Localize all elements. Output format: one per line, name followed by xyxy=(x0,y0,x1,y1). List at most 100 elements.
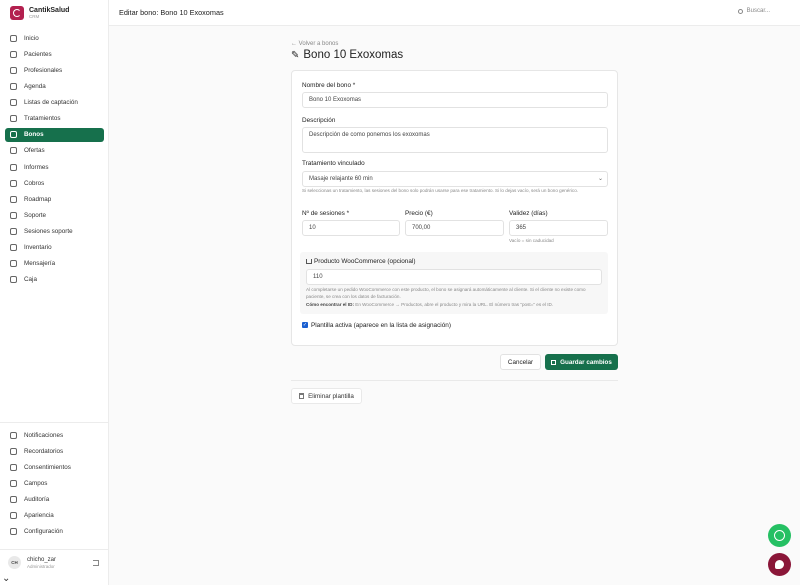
sidebar-item-label: Agenda xyxy=(24,83,46,91)
settings-nav: Notificaciones Recordatorios Consentimie… xyxy=(5,428,104,541)
lifebuoy-icon xyxy=(10,211,17,219)
sidebar-item-tratamientos[interactable]: Tratamientos xyxy=(5,111,104,126)
audit-icon xyxy=(10,496,17,504)
tag-icon xyxy=(10,147,17,155)
active-checkbox[interactable]: ✓ xyxy=(302,322,308,328)
search-icon xyxy=(737,8,743,14)
brand-name: CantikSalud xyxy=(29,6,70,14)
delete-button-label: Eliminar plantilla xyxy=(308,392,354,400)
description-label: Descripción xyxy=(302,117,336,124)
validity-label: Validez (días) xyxy=(509,210,548,217)
treatment-select[interactable]: Masaje relajante 60 min ⌄ xyxy=(302,171,608,187)
sidebar-item-ofertas[interactable]: Ofertas xyxy=(5,144,104,159)
calendar-icon xyxy=(10,83,17,91)
sidebar-item-consentimientos[interactable]: Consentimientos xyxy=(5,460,104,475)
ticket-icon xyxy=(10,131,17,139)
search-input[interactable]: Buscar... xyxy=(737,8,770,14)
cancel-button[interactable]: Cancelar xyxy=(500,354,541,370)
sidebar: CantikSalud CRM Inicio Pacientes Profesi… xyxy=(0,0,109,585)
sidebar-item-inventario[interactable]: Inventario xyxy=(5,240,104,255)
user-role: Administrador xyxy=(27,563,55,569)
validity-field[interactable]: 365 xyxy=(509,220,608,236)
chat-icon xyxy=(775,560,784,569)
sidebar-item-profesionales[interactable]: Profesionales xyxy=(5,63,104,78)
brand[interactable]: CantikSalud CRM xyxy=(0,0,108,26)
bell-icon xyxy=(10,431,17,439)
treatment-label: Tratamiento vinculado xyxy=(302,160,365,167)
sidebar-item-caja[interactable]: Caja xyxy=(5,272,104,287)
sidebar-item-label: Notificaciones xyxy=(24,431,64,439)
document-icon xyxy=(10,463,17,471)
sidebar-item-label: Consentimientos xyxy=(24,463,71,471)
sidebar-item-pacientes[interactable]: Pacientes xyxy=(5,47,104,62)
name-field[interactable]: Bono 10 Exoxomas xyxy=(302,92,608,108)
sidebar-item-label: Profesionales xyxy=(24,66,63,74)
cash-register-icon xyxy=(10,276,17,284)
save-button[interactable]: Guardar cambios xyxy=(545,354,618,370)
woo-id-hint-text: En WooCommerce → Productos, abre el prod… xyxy=(354,302,554,307)
back-link[interactable]: ← Volver a bonos xyxy=(291,41,338,47)
sidebar-item-cobros[interactable]: Cobros xyxy=(5,176,104,191)
sidebar-item-auditoria[interactable]: Auditoría xyxy=(5,492,104,507)
sidebar-item-recordatorios[interactable]: Recordatorios xyxy=(5,444,104,459)
user-name: chicho_zar xyxy=(27,556,57,563)
divider xyxy=(291,380,618,381)
main-nav: Inicio Pacientes Profesionales Agenda Li… xyxy=(5,31,104,289)
sessions-field[interactable]: 10 xyxy=(302,220,400,236)
sidebar-item-label: Ofertas xyxy=(24,147,45,155)
sidebar-item-label: Auditoría xyxy=(24,496,50,504)
sidebar-item-label: Roadmap xyxy=(24,195,52,203)
sidebar-item-apariencia[interactable]: Apariencia xyxy=(5,508,104,523)
validity-hint: Vacío = sin caducidad xyxy=(509,238,554,243)
woo-id-hint-bold: Cómo encontrar el ID: xyxy=(306,302,354,307)
sidebar-item-mensajeria[interactable]: Mensajería xyxy=(5,256,104,271)
whatsapp-icon xyxy=(774,530,785,541)
brand-sub: CRM xyxy=(29,13,40,19)
sidebar-item-label: Mensajería xyxy=(24,260,56,268)
sidebar-item-listas[interactable]: Listas de captación xyxy=(5,95,104,110)
sidebar-item-label: Recordatorios xyxy=(24,447,64,455)
gear-icon xyxy=(10,528,17,536)
user-profile[interactable]: CH chicho_zar Administrador xyxy=(0,549,109,575)
price-label: Precio (€) xyxy=(405,210,433,217)
chat-button[interactable] xyxy=(768,553,791,576)
price-field[interactable]: 700,00 xyxy=(405,220,504,236)
fields-icon xyxy=(10,480,17,488)
sidebar-item-label: Tratamientos xyxy=(24,115,61,123)
sidebar-item-inicio[interactable]: Inicio xyxy=(5,31,104,46)
page-title: ✎ Bono 10 Exoxomas xyxy=(291,49,403,61)
whatsapp-button[interactable] xyxy=(768,524,791,547)
description-field[interactable]: Descripción de como ponemos los exoxomas xyxy=(302,127,608,153)
sidebar-divider xyxy=(0,422,109,423)
search-placeholder: Buscar... xyxy=(746,8,770,14)
woo-id-hint: Cómo encontrar el ID: En WooCommerce → P… xyxy=(306,302,602,309)
sidebar-item-roadmap[interactable]: Roadmap xyxy=(5,192,104,207)
palette-icon xyxy=(10,512,17,520)
sidebar-item-informes[interactable]: Informes xyxy=(5,160,104,175)
cart-icon xyxy=(306,258,312,264)
woo-product-field[interactable]: 110 xyxy=(306,269,602,285)
headset-icon xyxy=(10,227,17,235)
chevron-down-icon[interactable]: ⌄ xyxy=(2,574,10,584)
sidebar-item-soporte[interactable]: Soporte xyxy=(5,208,104,223)
sidebar-item-campos[interactable]: Campos xyxy=(5,476,104,491)
sidebar-item-sesiones-soporte[interactable]: Sesiones soporte xyxy=(5,224,104,239)
woo-label: Producto WooCommerce (opcional) xyxy=(306,258,415,265)
sidebar-item-bonos[interactable]: Bonos xyxy=(5,127,104,143)
sidebar-item-label: Apariencia xyxy=(24,512,54,520)
trash-icon xyxy=(299,393,305,399)
box-icon xyxy=(10,243,17,251)
delete-template-button[interactable]: Eliminar plantilla xyxy=(291,388,362,404)
chevron-down-icon: ⌄ xyxy=(597,176,603,182)
pencil-icon: ✎ xyxy=(291,49,300,61)
sidebar-item-agenda[interactable]: Agenda xyxy=(5,79,104,94)
sidebar-item-configuracion[interactable]: Configuración xyxy=(5,525,104,540)
clipboard-icon xyxy=(10,115,17,123)
message-icon xyxy=(10,260,17,268)
sidebar-item-label: Informes xyxy=(24,163,49,171)
save-button-label: Guardar cambios xyxy=(560,358,612,366)
sidebar-item-label: Inventario xyxy=(24,243,52,251)
sidebar-item-notificaciones[interactable]: Notificaciones xyxy=(5,428,104,443)
logout-icon[interactable] xyxy=(93,560,99,566)
page-title-text: Bono 10 Exoxomas xyxy=(303,49,404,61)
